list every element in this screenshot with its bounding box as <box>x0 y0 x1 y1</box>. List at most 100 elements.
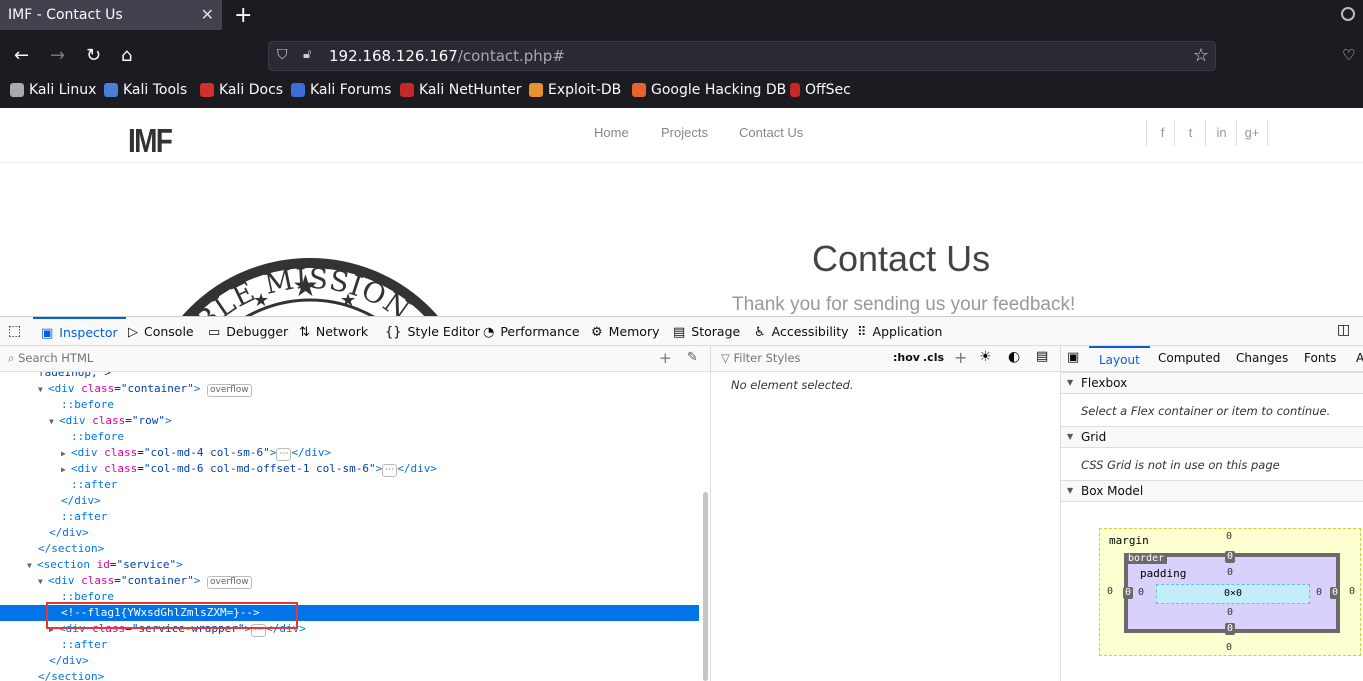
no-selection-note: No element selected. <box>731 378 854 392</box>
html-search-bar: ⌕ Search HTML + ✎ <box>0 346 710 372</box>
search-html-input[interactable]: ⌕ Search HTML <box>8 351 93 366</box>
performance-icon: ◔ <box>483 325 495 340</box>
nav-home[interactable]: Home <box>594 125 629 140</box>
toggle-sidebar-icon[interactable]: ▣ <box>1067 350 1079 365</box>
tab-computed[interactable]: Computed <box>1158 351 1220 365</box>
bookmark-star-icon[interactable]: ☆ <box>1193 45 1209 66</box>
tree-row[interactable]: ::after <box>0 637 699 653</box>
forward-icon[interactable]: → <box>50 42 65 70</box>
cls-toggle[interactable]: .cls <box>923 351 944 364</box>
tree-row[interactable]: ::after <box>0 477 699 493</box>
tree-row[interactable]: </section> <box>0 669 699 681</box>
tab-storage[interactable]: ▤ Storage <box>673 317 740 346</box>
site-logo[interactable]: IMF <box>128 122 173 160</box>
pick-element-icon[interactable]: ⬚ <box>8 323 21 339</box>
nav-contact[interactable]: Contact Us <box>739 125 803 140</box>
bookmark-kali-tools[interactable]: Kali Tools <box>104 82 187 98</box>
tree-row[interactable]: ▶ <div class="col-md-6 col-md-offset-1 co… <box>0 461 699 477</box>
tree-row[interactable]: ▼ <div class="row"> <box>0 413 699 429</box>
google-plus-icon[interactable]: g+ <box>1236 120 1268 146</box>
dock-side-icon[interactable]: ◫ <box>1337 322 1350 338</box>
back-icon[interactable]: ← <box>14 42 29 70</box>
eyedropper-icon[interactable]: ✎ <box>687 350 698 365</box>
box-model-content[interactable]: 0×0 <box>1156 584 1310 604</box>
tree-row[interactable]: ▶ <div class="col-md-4 col-sm-6"> ⋯ </div> <box>0 445 699 461</box>
accessibility-icon: ♿︎ <box>754 325 766 340</box>
bookmark-offsec[interactable]: OffSec <box>790 82 851 98</box>
tab-inspector[interactable]: ▣ Inspector <box>33 317 126 346</box>
filter-styles-input[interactable]: ▽ Filter Styles <box>721 351 801 365</box>
bookmark-kali-nethunter[interactable]: Kali NetHunter <box>400 82 521 98</box>
inspector-icon: ▣ <box>41 326 54 341</box>
tab-layout[interactable]: Layout <box>1089 346 1150 372</box>
kali-forums-icon <box>291 83 305 97</box>
tab-style-editor[interactable]: {} Style Editor <box>385 317 480 346</box>
flexbox-section-header[interactable]: Flexbox <box>1061 372 1363 394</box>
box-model-border[interactable]: border 0 0 0 0 padding 0 0 0 0 0×0 <box>1123 551 1341 635</box>
tree-row[interactable]: </div> <box>0 493 699 509</box>
tab-application[interactable]: ⠿ Application <box>857 317 942 346</box>
lock-warning-icon[interactable]: 🔓︎ <box>303 47 311 62</box>
highlight-annotation <box>46 602 298 629</box>
tab-fonts[interactable]: Fonts <box>1304 351 1336 365</box>
pane-divider[interactable] <box>1060 346 1061 681</box>
tree-row[interactable]: ::after <box>0 509 699 525</box>
tree-row[interactable]: </div> <box>0 653 699 669</box>
shield-icon[interactable]: ⛉ <box>277 47 288 63</box>
tab-animations[interactable]: A <box>1356 351 1363 365</box>
tree-row[interactable]: ▼ <div class="container"> overflow <box>0 573 699 589</box>
linkedin-icon[interactable]: in <box>1205 120 1237 146</box>
nav-projects[interactable]: Projects <box>661 125 708 140</box>
bookmark-google-hacking-db[interactable]: Google Hacking DB <box>632 82 786 98</box>
tree-row[interactable]: ::before <box>0 397 699 413</box>
bookmark-kali-forums[interactable]: Kali Forums <box>291 82 391 98</box>
tab-console[interactable]: ▷ Console <box>128 317 194 346</box>
tab-memory[interactable]: ⚙ Memory <box>591 317 660 346</box>
account-icon[interactable] <box>1341 7 1355 21</box>
browser-chrome: IMF - Contact Us ✕ + ← → ↻ ⌂ ⛉ 🔓︎ 192.16… <box>0 0 1363 108</box>
bookmark-exploit-db[interactable]: Exploit-DB <box>529 82 621 98</box>
box-model-margin[interactable]: margin 0 0 0 0 border 0 0 0 0 padding 0 … <box>1099 528 1361 656</box>
kali-tools-icon <box>104 83 118 97</box>
devtools-toolbar: ⬚ ▣ Inspector ▷ Console ▭ Debugger ⇅ Network… <box>0 317 1363 346</box>
tab-network[interactable]: ⇅ Network <box>299 317 368 346</box>
print-media-icon[interactable]: ▤ <box>1036 349 1048 364</box>
new-tab-icon[interactable]: + <box>234 3 252 28</box>
bookmark-kali-linux[interactable]: Kali Linux <box>10 82 96 98</box>
layout-tabs-bar: ▣ Layout Computed Changes Fonts A <box>1061 346 1363 372</box>
hov-toggle[interactable]: :hov <box>893 351 920 364</box>
scrollbar-thumb[interactable] <box>703 492 708 681</box>
bookmark-kali-docs[interactable]: Kali Docs <box>200 82 283 98</box>
tab-changes[interactable]: Changes <box>1236 351 1288 365</box>
tree-row[interactable]: ▼ <div class="container"> overflow <box>0 381 699 397</box>
pane-divider[interactable] <box>710 346 711 681</box>
tree-row[interactable]: ::before <box>0 429 699 445</box>
web-page: IMF Home Projects Contact Us f t in g+ P… <box>0 108 1363 316</box>
light-mode-icon[interactable]: ☀ <box>979 349 992 365</box>
url-bar[interactable]: ⛉ 🔓︎ 192.168.126.167/contact.php# ☆ <box>268 41 1216 71</box>
border-label: border <box>1125 553 1168 564</box>
console-icon: ▷ <box>128 325 138 340</box>
tree-row[interactable]: </div> <box>0 525 699 541</box>
home-icon[interactable]: ⌂ <box>121 42 132 70</box>
feedback-message: Thank you for sending us your feedback! <box>732 294 1076 315</box>
add-node-icon[interactable]: + <box>659 349 672 367</box>
svg-text:★: ★ <box>292 269 319 304</box>
twitter-icon[interactable]: t <box>1174 120 1206 146</box>
pocket-icon[interactable]: ♡ <box>1342 46 1355 64</box>
tab-accessibility[interactable]: ♿︎ Accessibility <box>754 317 849 346</box>
tab-close-icon[interactable]: ✕ <box>201 5 214 24</box>
nethunter-icon <box>400 83 414 97</box>
box-model-section-header[interactable]: Box Model <box>1061 480 1363 502</box>
dark-mode-icon[interactable]: ◐ <box>1008 349 1020 365</box>
reload-icon[interactable]: ↻ <box>86 42 101 70</box>
browser-tab[interactable]: IMF - Contact Us ✕ <box>0 0 222 30</box>
grid-section-header[interactable]: Grid <box>1061 426 1363 448</box>
tab-performance[interactable]: ◔ Performance <box>483 317 580 346</box>
tab-debugger[interactable]: ▭ Debugger <box>208 317 288 346</box>
tree-row[interactable]: </section> <box>0 541 699 557</box>
add-rule-icon[interactable]: + <box>954 348 967 367</box>
tree-row[interactable]: ▼ <section id="service"> <box>0 557 699 573</box>
tree-row[interactable]: fadeInUp;"> <box>0 372 699 381</box>
html-scrollbar[interactable] <box>702 372 709 681</box>
